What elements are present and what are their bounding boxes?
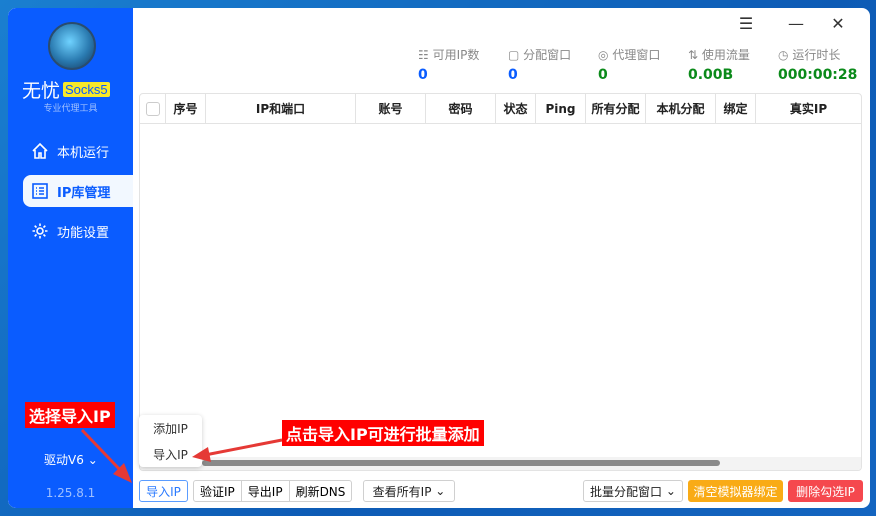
arrow-to-import-button [80, 428, 126, 476]
annotation-arrows [80, 428, 283, 483]
arrow-to-import-menu [204, 438, 283, 457]
